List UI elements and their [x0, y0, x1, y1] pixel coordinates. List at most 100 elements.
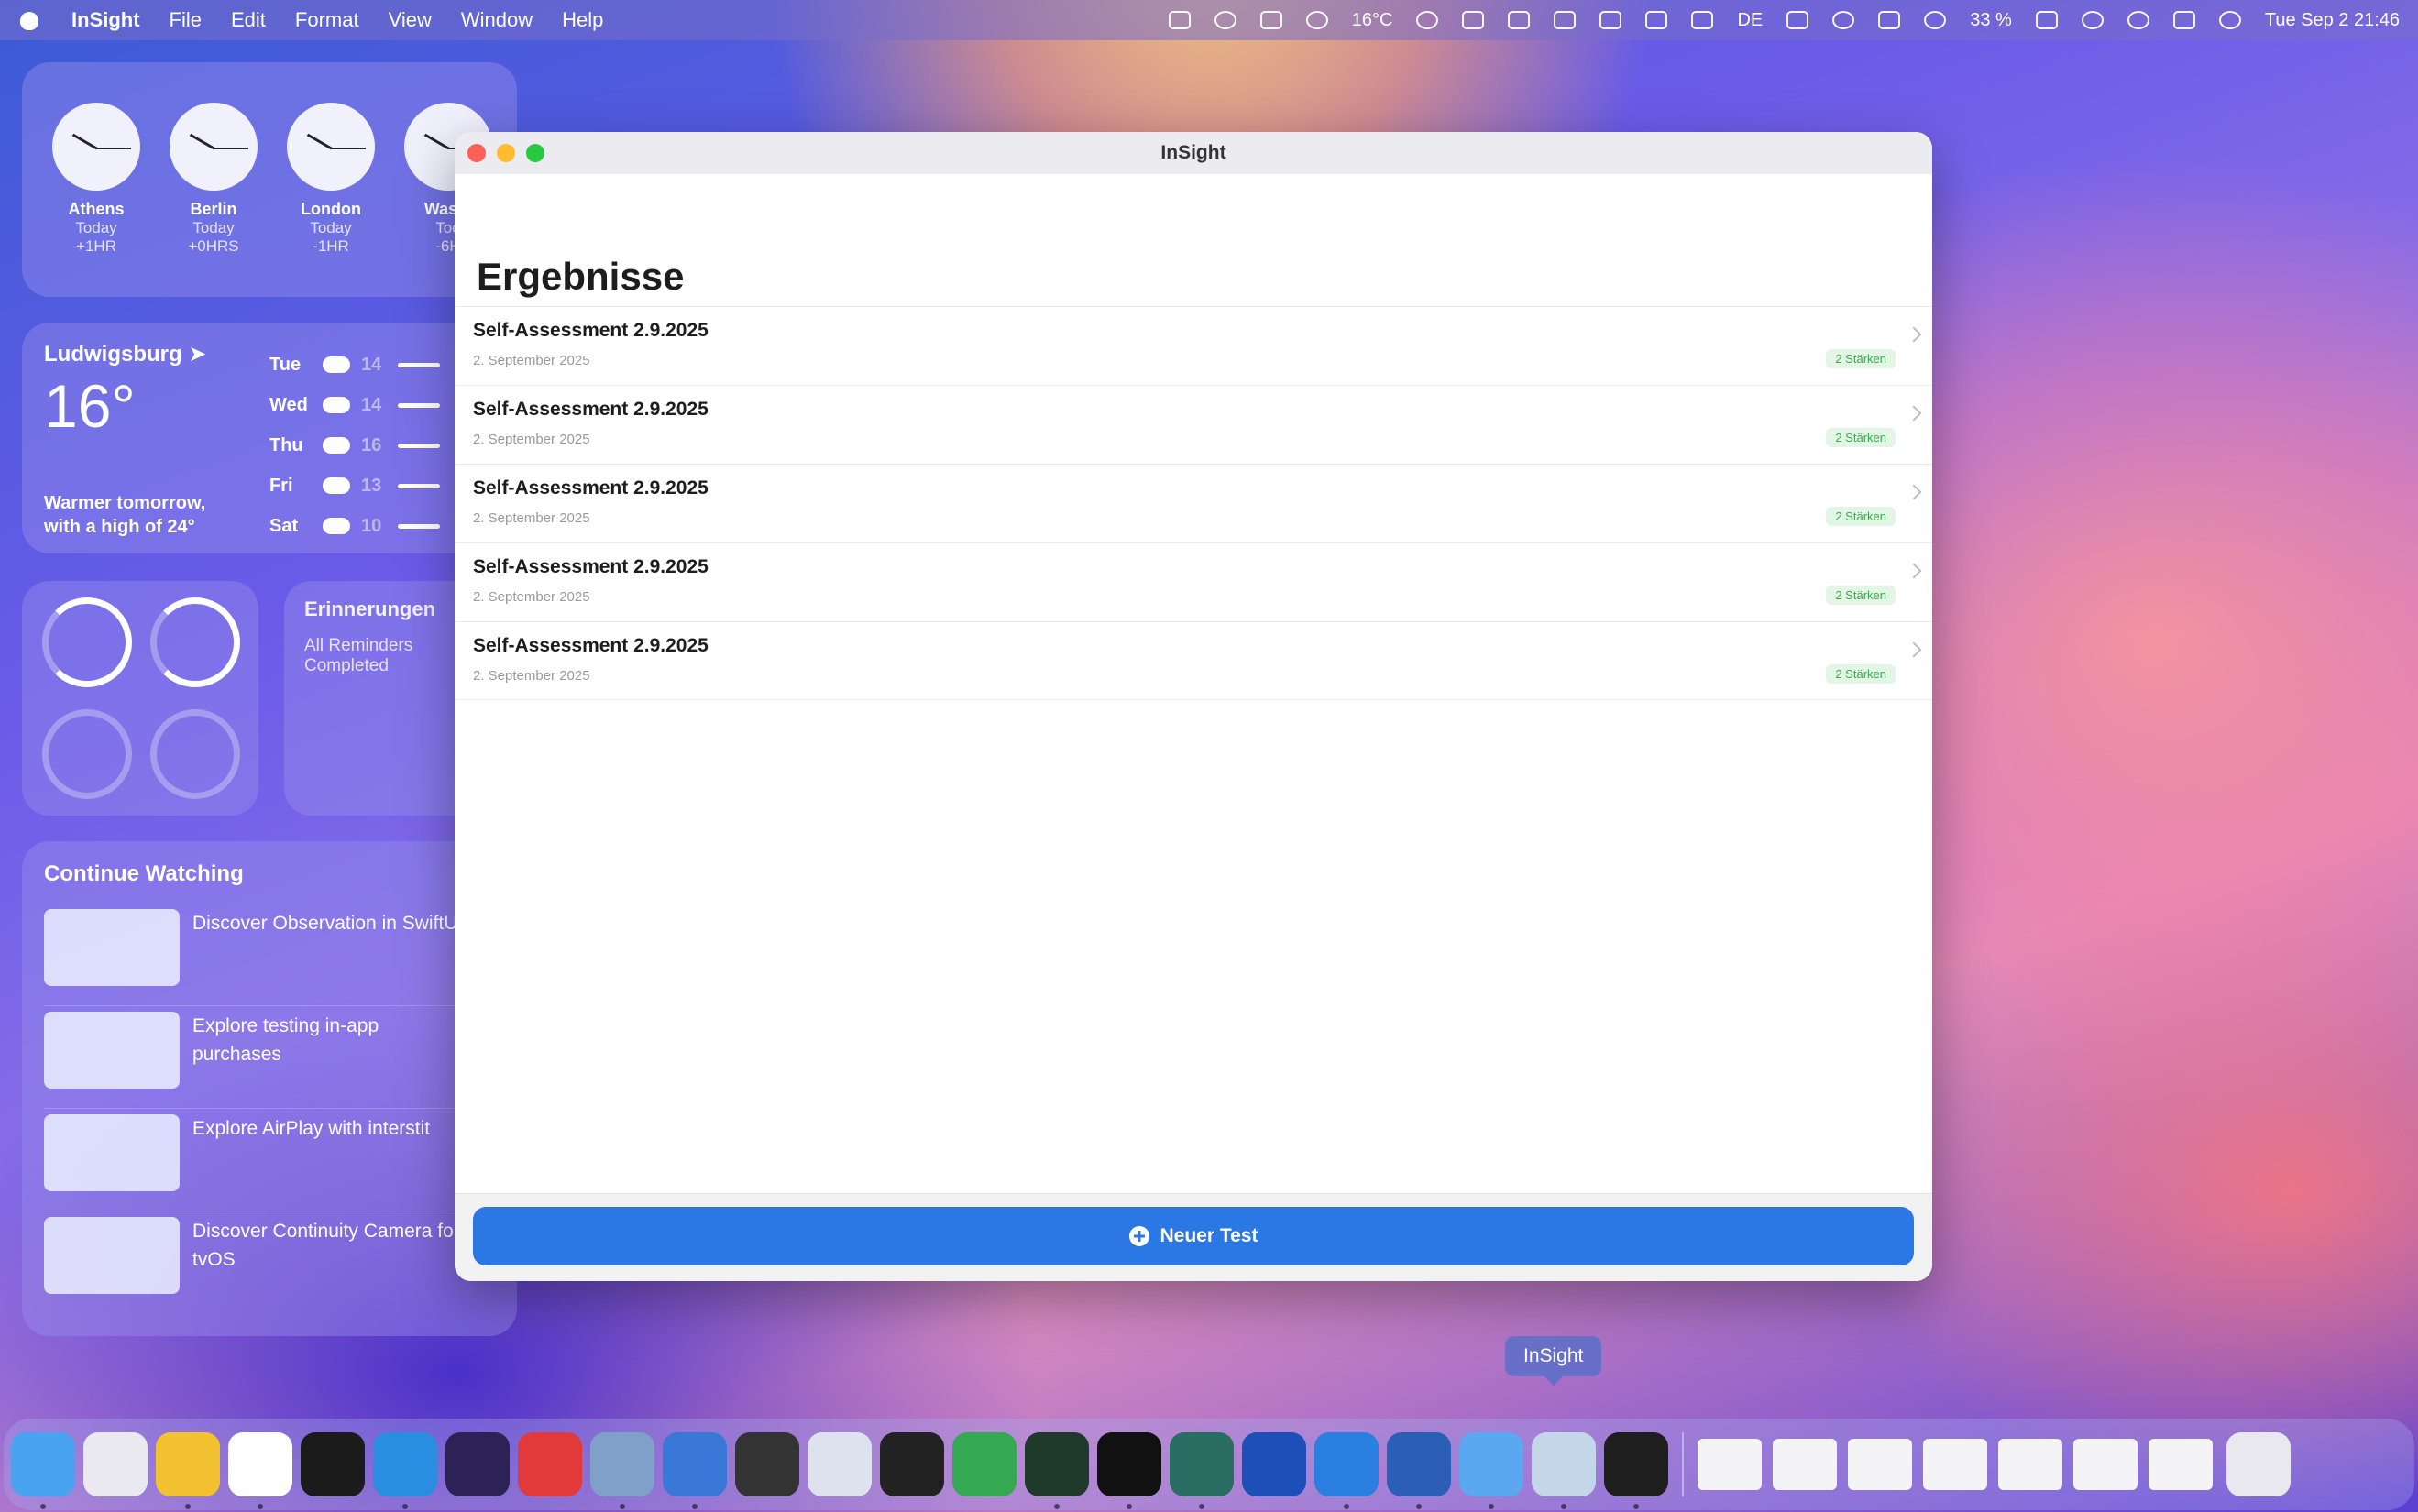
minimized-window-thumbnail[interactable]	[1998, 1439, 2062, 1490]
video-item[interactable]: Explore AirPlay with interstit	[44, 1109, 495, 1211]
minimized-window-thumbnail[interactable]	[2073, 1439, 2138, 1490]
safari-icon[interactable]	[1314, 1432, 1379, 1509]
airpods-icon[interactable]	[1462, 11, 1485, 29]
vscode-icon[interactable]	[373, 1432, 437, 1509]
result-title: Self-Assessment 2.9.2025	[473, 399, 709, 420]
simulator-icon[interactable]	[590, 1432, 654, 1509]
trash-icon[interactable]	[2226, 1432, 2291, 1496]
clock-city: Athens	[68, 200, 125, 218]
chrome-icon[interactable]	[156, 1432, 220, 1509]
window-controls	[455, 144, 544, 162]
batteries-widget[interactable]	[22, 581, 258, 816]
result-title: Self-Assessment 2.9.2025	[473, 635, 709, 656]
control-center-icon[interactable]	[2172, 11, 2195, 29]
menu-app-name[interactable]: InSight	[71, 8, 140, 32]
sound-icon[interactable]	[1645, 11, 1668, 29]
minimized-window-thumbnail[interactable]	[1848, 1439, 1912, 1490]
forecast-day: Sat	[269, 515, 299, 536]
layout-icon[interactable]	[1508, 11, 1531, 29]
instruments-icon[interactable]	[1242, 1432, 1306, 1496]
apple-menu-icon[interactable]	[18, 8, 40, 32]
insight-icon[interactable]	[1459, 1432, 1523, 1509]
settings-beta-icon[interactable]	[1170, 1432, 1234, 1509]
zotero-icon[interactable]	[518, 1432, 582, 1496]
result-row[interactable]: Self-Assessment 2.9.2025 2. September 20…	[455, 306, 1932, 385]
drive-status-icon[interactable]	[1259, 11, 1282, 29]
launchpad-icon[interactable]	[83, 1432, 148, 1496]
terminal-2-icon[interactable]	[1097, 1432, 1161, 1509]
menubar-status-area: 16°C DE 33 % Tue Sep 2 21:46	[1168, 10, 2400, 31]
minimized-window-thumbnail[interactable]	[1698, 1439, 1762, 1490]
menu-format[interactable]: Format	[295, 8, 359, 32]
result-row[interactable]: Self-Assessment 2.9.2025 2. September 20…	[455, 621, 1932, 700]
activity-monitor-icon[interactable]	[1025, 1432, 1089, 1509]
clock[interactable]: Tue Sep 2 21:46	[2265, 10, 2400, 31]
console-icon[interactable]	[880, 1432, 944, 1496]
clock-berlin: Berlin Today +0HRS	[167, 103, 260, 297]
network-icon[interactable]	[1878, 11, 1901, 29]
xcode-icon[interactable]	[663, 1432, 727, 1509]
wifi-icon[interactable]	[2081, 11, 2104, 29]
window-titlebar[interactable]: InSight	[455, 132, 1932, 174]
figma-icon[interactable]	[1604, 1432, 1668, 1509]
minimized-window-thumbnail[interactable]	[1923, 1439, 1987, 1490]
siri-icon[interactable]	[2218, 11, 2241, 29]
forecast-row: Fri 13	[269, 466, 440, 506]
video-item[interactable]: Discover Observation in SwiftUI	[44, 904, 495, 1006]
display-icon[interactable]	[1786, 11, 1809, 29]
preview-icon[interactable]	[1532, 1432, 1596, 1509]
notion-icon[interactable]	[228, 1432, 292, 1509]
figma-status-icon[interactable]	[1168, 11, 1191, 29]
disc-status-icon[interactable]	[1214, 11, 1236, 29]
menu-help[interactable]: Help	[562, 8, 603, 32]
finder-icon[interactable]	[11, 1432, 75, 1509]
result-date: 2. September 2025	[473, 668, 590, 684]
video-item[interactable]: Explore testing in-app purchases	[44, 1006, 495, 1109]
weather-forecast: Tue 14 Wed 14 Thu 16 Fri 13 Sat 10	[269, 345, 440, 546]
word-icon[interactable]	[1387, 1432, 1451, 1509]
zoom-button[interactable]	[526, 144, 544, 162]
weather-status[interactable]: 16°C	[1352, 10, 1393, 31]
battery-percent[interactable]: 33 %	[1970, 10, 2012, 31]
play-icon[interactable]	[1832, 11, 1855, 29]
menu-edit[interactable]: Edit	[231, 8, 266, 32]
clock-athens: Athens Today +1HR	[49, 103, 143, 297]
new-test-button[interactable]: Neuer Test	[473, 1207, 1914, 1265]
result-row[interactable]: Self-Assessment 2.9.2025 2. September 20…	[455, 542, 1932, 621]
video-item[interactable]: Discover Continuity Camera for tvOS	[44, 1211, 495, 1314]
clock-city: London	[301, 200, 361, 218]
laptop-battery-ring	[42, 597, 132, 687]
continue-watching-widget: Continue Watching Discover Observation i…	[22, 841, 517, 1336]
close-button[interactable]	[467, 144, 486, 162]
keyboard-layout[interactable]: DE	[1737, 10, 1763, 31]
minimized-window-thumbnail[interactable]	[1773, 1439, 1837, 1490]
plus-circle-icon	[1128, 1226, 1149, 1246]
insight-window: InSight Ergebnisse Self-Assessment 2.9.2…	[455, 132, 1932, 1281]
video-title: Discover Observation in SwiftUI	[192, 913, 464, 934]
new-test-label: Neuer Test	[1160, 1225, 1258, 1246]
temp-range-bar	[398, 362, 440, 367]
notion-status-icon[interactable]	[1554, 11, 1577, 29]
window-icon[interactable]	[1691, 11, 1714, 29]
menu-view[interactable]: View	[389, 8, 432, 32]
blank-app-icon[interactable]	[808, 1432, 872, 1496]
terminal-icon[interactable]	[301, 1432, 365, 1496]
cloud-status-icon[interactable]	[1305, 11, 1328, 29]
grid-app-icon[interactable]	[735, 1432, 799, 1496]
search-icon[interactable]	[2127, 11, 2149, 29]
brightness-icon[interactable]	[1416, 11, 1439, 29]
minimized-window-thumbnail[interactable]	[2149, 1439, 2213, 1490]
result-row[interactable]: Self-Assessment 2.9.2025 2. September 20…	[455, 464, 1932, 542]
page-title: Ergebnisse	[477, 255, 685, 298]
menu-window[interactable]: Window	[461, 8, 533, 32]
minimize-button[interactable]	[497, 144, 515, 162]
result-row[interactable]: Self-Assessment 2.9.2025 2. September 20…	[455, 385, 1932, 464]
google-drive-icon[interactable]	[952, 1432, 1017, 1496]
weather-widget[interactable]: Ludwigsburg ➤ 16° Warmer tomorrow, with …	[22, 323, 517, 553]
eclipse-icon[interactable]	[445, 1432, 510, 1496]
menu-file[interactable]: File	[170, 8, 202, 32]
battery-icon[interactable]	[2035, 11, 2058, 29]
world-clock-widget[interactable]: Athens Today +1HR Berlin Today +0HRS Lon…	[22, 62, 517, 297]
focus-moon-icon[interactable]	[1924, 11, 1947, 29]
memory-icon[interactable]	[1599, 11, 1622, 29]
